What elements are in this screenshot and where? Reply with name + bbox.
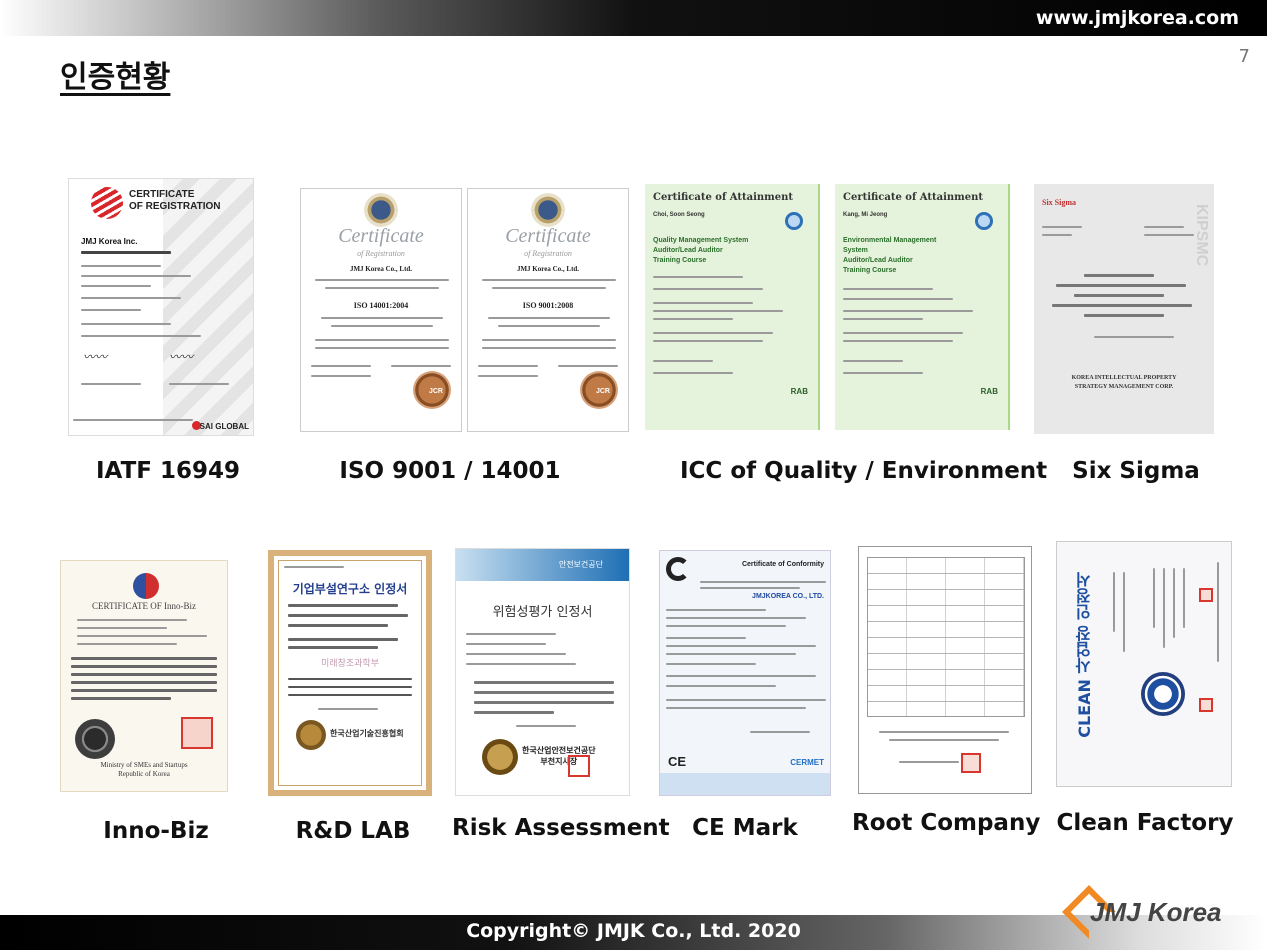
- certificate-iatf-image: CERTIFICATE OF REGISTRATION JMJ Korea In…: [68, 178, 254, 436]
- risk-doc-title: 위험성평가 인정서: [492, 605, 593, 620]
- background-stripes: [163, 179, 253, 435]
- brand-name: JMJ Korea: [1090, 897, 1222, 927]
- taegeuk-logo-icon: [133, 573, 159, 599]
- iso14001-standard: ISO 14001:2004: [353, 301, 409, 310]
- iso9001-standard: ISO 9001:2008: [522, 301, 574, 310]
- red-stamp-icon: [181, 717, 213, 749]
- caption-root-company: Root Company: [852, 810, 1041, 836]
- icc-env-name: Kang, Mi Jeong: [843, 212, 888, 218]
- footer-band: [660, 773, 830, 795]
- icc-logo-icon: [975, 212, 993, 230]
- caption-iso: ISO 9001 / 14001: [339, 458, 561, 484]
- page-number: 7: [1238, 46, 1250, 67]
- iatf-doc-title: CERTIFICATE OF REGISTRATION: [129, 189, 221, 212]
- inno-biz-doc-title: CERTIFICATE OF Inno-Biz: [92, 601, 196, 611]
- iatf-company-name: JMJ Korea Inc.: [81, 237, 138, 246]
- red-stamp-icon: [1199, 588, 1213, 602]
- icc-env-course: Environmental Management System Auditor/…: [843, 237, 937, 274]
- icc-logo-icon: [785, 212, 803, 230]
- iso14001-seal-text: JCR: [428, 388, 443, 395]
- ce-company: JMJKOREA CO., LTD.: [752, 593, 824, 600]
- iso9001-seal-text: JCR: [595, 388, 610, 395]
- certificate-icc-quality-image: Certificate of Attainment Choi, Soon Seo…: [645, 184, 820, 430]
- six-sigma-doc-title: Six Sigma: [1042, 198, 1077, 207]
- inno-biz-issuer: Ministry of SMEs and Startups Republic o…: [100, 761, 188, 778]
- certificate-iso-9001-image: Certificate of Registration JMJ Korea Co…: [467, 188, 629, 432]
- caption-inno-biz: Inno-Biz: [103, 818, 209, 844]
- icc-quality-name: Choi, Soon Seong: [653, 212, 705, 218]
- icc-env-doc-title: Certificate of Attainment: [843, 192, 983, 203]
- risk-band-text: 안전보건공단: [558, 560, 603, 569]
- signature-left: 〰〰: [83, 350, 108, 364]
- iatf-issuer: SAI GLOBAL: [199, 422, 249, 431]
- caption-icc: ICC of Quality / Environment: [680, 458, 1048, 484]
- six-sigma-watermark: KIPSMC: [1193, 204, 1210, 267]
- page-title: 인증현황: [60, 60, 171, 95]
- globe-logo-icon: [91, 187, 123, 219]
- iso14001-doc-title: Certificate: [338, 225, 424, 247]
- top-banner: www.jmjkorea.com: [0, 0, 1267, 36]
- ce-doc-title: Certificate of Conformity: [741, 561, 824, 568]
- ce-mark-symbol: CE: [668, 754, 687, 769]
- caption-risk-assessment: Risk Assessment: [452, 815, 670, 841]
- jmj-korea-logo: JMJ Korea: [1062, 883, 1262, 945]
- crest-icon: [364, 193, 398, 227]
- iso9001-doc-title: Certificate: [505, 225, 591, 247]
- caption-ce-mark: CE Mark: [692, 815, 798, 841]
- ce-issuer: CERMET: [790, 758, 824, 767]
- rnd-doc-title: 기업부설연구소 인정서: [292, 582, 408, 596]
- certificate-clean-factory-image: CLEAN 사업장 인정서: [1056, 541, 1232, 787]
- caption-clean-factory: Clean Factory: [1056, 810, 1234, 836]
- red-stamp-icon: [1199, 698, 1213, 712]
- icc-env-mark: RAB: [980, 387, 998, 396]
- certificate-six-sigma-image: Six Sigma KIPSMC KOREA INTELLECTUAL PROP…: [1034, 184, 1214, 434]
- red-stamp-icon: [961, 753, 981, 773]
- clean-workplace-emblem-icon: [1141, 672, 1185, 716]
- iso9001-doc-subtitle: of Registration: [524, 249, 572, 258]
- caption-rnd-lab: R&D LAB: [295, 818, 411, 844]
- kosha-seal-icon: [482, 739, 518, 775]
- certificate-root-company-image: [858, 546, 1032, 794]
- rnd-issuer: 한국산업기술진흥협회: [330, 729, 404, 738]
- header-band: [456, 549, 629, 581]
- caption-iatf: IATF 16949: [96, 458, 240, 484]
- iso14001-doc-subtitle: of Registration: [357, 249, 405, 258]
- caption-six-sigma: Six Sigma: [1072, 458, 1200, 484]
- clean-doc-title: CLEAN 사업장 인정서: [1075, 572, 1094, 738]
- icc-quality-mark: RAB: [790, 387, 808, 396]
- red-stamp-icon: [568, 755, 590, 777]
- cermet-logo-icon: [666, 557, 690, 581]
- rnd-ministry: 미래창조과학부: [321, 659, 379, 669]
- certificate-icc-environment-image: Certificate of Attainment Kang, Mi Jeong…: [835, 184, 1010, 430]
- icc-quality-course: Quality Management System Auditor/Lead A…: [653, 237, 749, 264]
- certificate-ce-mark-image: Certificate of Conformity JMJKOREA CO., …: [659, 550, 831, 796]
- kita-seal-icon: [296, 720, 326, 750]
- crest-icon: [531, 193, 565, 227]
- website-url[interactable]: www.jmjkorea.com: [1036, 7, 1239, 29]
- certificate-inno-biz-image: CERTIFICATE OF Inno-Biz Ministry of SMEs…: [60, 560, 228, 792]
- iso14001-company: JMJ Korea Co., Ltd.: [349, 265, 413, 273]
- root-form-table: [867, 557, 1025, 717]
- government-seal-icon: [75, 719, 115, 759]
- icc-quality-doc-title: Certificate of Attainment: [653, 192, 793, 203]
- certificate-risk-assessment-image: 안전보건공단 위험성평가 인정서 한국산업안전보건공단 부천지사장: [455, 548, 630, 796]
- certificate-iso-14001-image: Certificate of Registration JMJ Korea Co…: [300, 188, 462, 432]
- signature-right: 〰〰: [169, 350, 194, 364]
- iso9001-company: JMJ Korea Co., Ltd.: [516, 265, 580, 273]
- six-sigma-issuer: KOREA INTELLECTUAL PROPERTY STRATEGY MAN…: [1071, 375, 1177, 390]
- certificate-rnd-lab-image: 기업부설연구소 인정서 미래창조과학부 한국산업기술진흥협회: [268, 550, 432, 796]
